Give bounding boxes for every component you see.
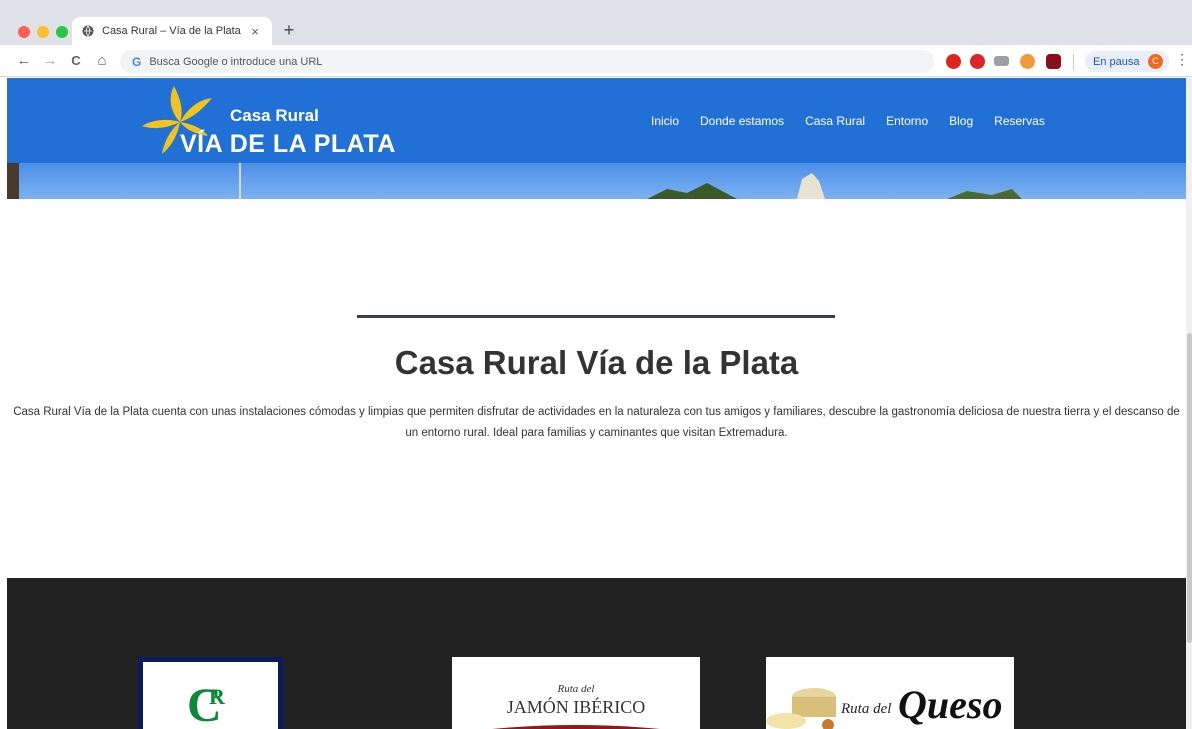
nav-item-donde-estamos[interactable]: Donde estamos	[700, 114, 784, 128]
hero-image-strip	[7, 163, 1186, 199]
heading-divider	[357, 315, 835, 318]
badge-letter-r: R	[209, 684, 225, 709]
main-nav: Inicio Donde estamos Casa Rural Entorno …	[651, 114, 1045, 128]
color-extension-icon[interactable]	[1020, 54, 1035, 69]
minimize-window-button[interactable]	[37, 26, 49, 38]
forward-button[interactable]: →	[40, 51, 60, 71]
new-tab-button[interactable]: +	[280, 20, 298, 40]
page-scrollbar[interactable]	[1186, 78, 1192, 729]
casa-rural-badge-logo[interactable]: C R	[138, 657, 283, 729]
adblock-extension-icon[interactable]	[970, 54, 985, 69]
logo-line1: Casa Rural	[230, 106, 319, 125]
jamon-line2: JAMÓN IBÉRICO	[506, 697, 646, 717]
profile-label: En pausa	[1093, 55, 1140, 68]
nav-item-blog[interactable]: Blog	[949, 114, 973, 128]
ruta-jamon-logo[interactable]: Ruta del JAMÓN IBÉRICO	[452, 657, 700, 729]
red-ribbon-icon	[492, 725, 660, 729]
browser-toolbar: ← → C ⌂ G Busca Google o introduce una U…	[0, 45, 1192, 77]
kebab-menu-icon[interactable]: ⋮	[1175, 51, 1189, 68]
ublock-extension-icon[interactable]	[1046, 54, 1061, 69]
globe-icon	[82, 25, 94, 37]
opera-extension-icon[interactable]	[946, 54, 961, 69]
nav-item-casa-rural[interactable]: Casa Rural	[805, 114, 865, 128]
cheese-icon	[766, 688, 836, 729]
browser-tab[interactable]: Casa Rural – Vía de la Plata ×	[72, 17, 272, 45]
queso-line2: Queso	[898, 682, 1003, 727]
casa-rural-badge-inner: C R	[143, 662, 278, 729]
tab-close-icon[interactable]: ×	[248, 24, 262, 39]
jamon-line1: Ruta del	[557, 683, 595, 695]
palm-trees-image	[7, 163, 1022, 199]
maximize-window-button[interactable]	[56, 26, 68, 38]
reload-button[interactable]: C	[66, 51, 86, 71]
nav-item-inicio[interactable]: Inicio	[651, 114, 679, 128]
profile-button[interactable]: En pausa C	[1085, 51, 1169, 72]
site-footer: C R Ruta del JAMÓN IBÉRICO Ruta del Ques…	[7, 578, 1186, 729]
tab-title: Casa Rural – Vía de la Plata	[102, 25, 241, 37]
ruta-queso-logo[interactable]: Ruta del Queso	[766, 657, 1014, 729]
page-title: Casa Rural Vía de la Plata	[394, 344, 799, 381]
cast-extension-icon[interactable]	[994, 56, 1009, 66]
google-icon: G	[132, 54, 142, 69]
page-description: Casa Rural Vía de la Plata cuenta con un…	[13, 406, 1180, 439]
omnibox-placeholder: Busca Google o introduce una URL	[149, 55, 323, 68]
omnibox[interactable]: G Busca Google o introduce una URL	[120, 50, 934, 73]
toolbar-separator	[1073, 54, 1074, 70]
nav-item-entorno[interactable]: Entorno	[886, 114, 928, 128]
close-window-button[interactable]	[18, 26, 30, 38]
site-header: Casa Rural VÍA DE LA PLATA Inicio Donde …	[7, 78, 1186, 163]
scrollbar-thumb[interactable]	[1187, 333, 1192, 643]
logo-line2: VÍA DE LA PLATA	[180, 130, 396, 158]
site-logo[interactable]: Casa Rural VÍA DE LA PLATA	[140, 78, 400, 163]
window-controls	[18, 26, 68, 38]
back-button[interactable]: ←	[14, 51, 34, 71]
tab-strip: Casa Rural – Vía de la Plata × +	[0, 0, 1192, 45]
nav-item-reservas[interactable]: Reservas	[994, 114, 1045, 128]
browser-window: Casa Rural – Vía de la Plata × + ← → C ⌂…	[0, 0, 1192, 729]
web-page: Casa Rural VÍA DE LA PLATA Inicio Donde …	[7, 78, 1186, 729]
queso-line1: Ruta del	[841, 701, 892, 717]
avatar: C	[1148, 54, 1163, 69]
home-button[interactable]: ⌂	[92, 51, 112, 71]
